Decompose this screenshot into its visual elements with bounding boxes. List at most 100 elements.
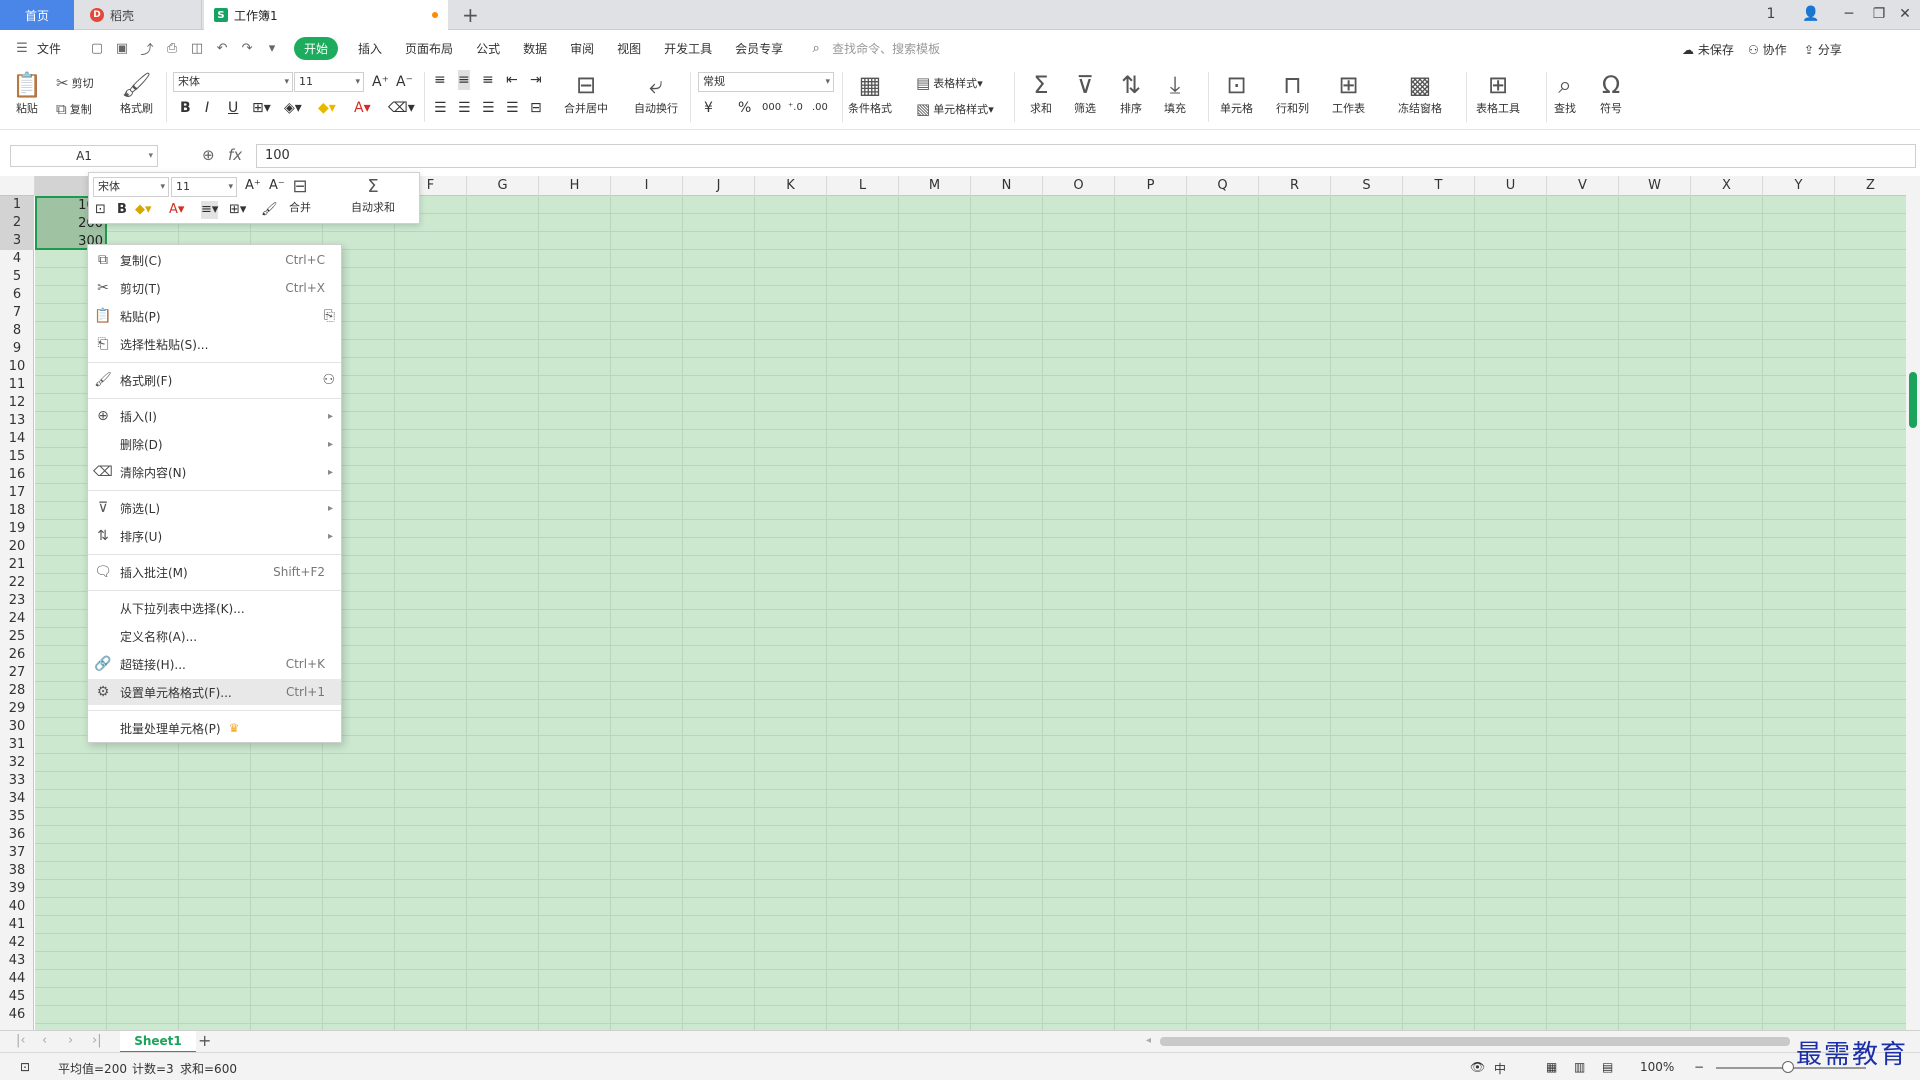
row-header-29[interactable]: 29 xyxy=(0,700,34,718)
font-size-select[interactable]: 11 xyxy=(294,72,364,92)
layout-icon[interactable]: 1 xyxy=(1756,4,1786,24)
row-header-28[interactable]: 28 xyxy=(0,682,34,700)
align-top-icon[interactable]: ≡ xyxy=(434,70,446,90)
find-button[interactable]: ⌕ 查找 xyxy=(1554,70,1576,116)
column-header-p[interactable]: P xyxy=(1115,176,1187,196)
thousands-icon[interactable]: 000 xyxy=(762,98,781,118)
font-shrink-icon[interactable]: A⁻ xyxy=(396,72,413,92)
row-header-39[interactable]: 39 xyxy=(0,880,34,898)
column-header-r[interactable]: R xyxy=(1259,176,1331,196)
symbol-button[interactable]: Ω 符号 xyxy=(1600,70,1622,116)
sheet-tab-sheet1[interactable]: Sheet1 xyxy=(120,1031,196,1053)
column-header-k[interactable]: K xyxy=(755,176,827,196)
column-header-i[interactable]: I xyxy=(611,176,683,196)
menu-item-paste[interactable]: 📋 粘贴(P) ⎘ xyxy=(88,303,341,329)
row-header-19[interactable]: 19 xyxy=(0,520,34,538)
sort-button[interactable]: ⇅ 排序 xyxy=(1120,70,1142,116)
italic-icon[interactable]: I xyxy=(205,98,209,118)
row-header-37[interactable]: 37 xyxy=(0,844,34,862)
column-header-t[interactable]: T xyxy=(1403,176,1475,196)
row-header-10[interactable]: 10 xyxy=(0,358,34,376)
row-header-16[interactable]: 16 xyxy=(0,466,34,484)
zoom-out-button[interactable]: − xyxy=(1694,1060,1704,1074)
column-header-s[interactable]: S xyxy=(1331,176,1403,196)
menu-item-pick-list[interactable]: 从下拉列表中选择(K)... xyxy=(88,595,341,621)
row-header-36[interactable]: 36 xyxy=(0,826,34,844)
font-select[interactable]: 宋体 xyxy=(173,72,293,92)
bold-icon[interactable]: B xyxy=(180,98,191,118)
row-header-21[interactable]: 21 xyxy=(0,556,34,574)
status-mode-icon[interactable]: ⊡ xyxy=(20,1060,30,1074)
fill-button[interactable]: ⤓ 填充 xyxy=(1164,70,1186,116)
zoom-formula-icon[interactable]: ⊕ xyxy=(202,146,215,164)
fill-color-icon[interactable]: ◆▾ xyxy=(318,98,336,118)
tab-page-layout[interactable]: 页面布局 xyxy=(405,40,453,57)
undo-icon[interactable]: ↶ xyxy=(212,41,232,56)
column-header-m[interactable]: M xyxy=(899,176,971,196)
save-icon[interactable]: ▣ xyxy=(112,41,132,56)
row-header-34[interactable]: 34 xyxy=(0,790,34,808)
menu-item-clear[interactable]: ⌫ 清除内容(N) ▸ xyxy=(88,459,341,485)
minimize-button[interactable]: ─ xyxy=(1834,4,1864,24)
paste-options-icon[interactable]: ⎘ xyxy=(324,308,335,324)
table-tools-button[interactable]: ⊞ 表格工具 xyxy=(1476,70,1520,116)
print-icon[interactable]: ⎙ xyxy=(162,41,182,56)
cell-button[interactable]: ⊡ 单元格 xyxy=(1220,70,1253,116)
tab-insert[interactable]: 插入 xyxy=(358,40,382,57)
new-tab-button[interactable]: + xyxy=(462,2,479,28)
percent-button[interactable]: % xyxy=(738,98,751,118)
mini-font-shrink-icon[interactable]: A⁻ xyxy=(269,177,285,195)
collab-button[interactable]: ⚇ 协作 xyxy=(1748,41,1787,58)
menu-item-copy[interactable]: ⧉ 复制(C) Ctrl+C xyxy=(88,247,341,273)
conditional-format-button[interactable]: ▦ 条件格式 xyxy=(848,70,892,116)
merge-center-button[interactable]: ⊟ 合并居中 xyxy=(564,70,608,116)
close-button[interactable]: ✕ xyxy=(1890,4,1920,24)
zoom-level[interactable]: 100% xyxy=(1640,1060,1674,1074)
scroll-left-icon[interactable]: ◂ xyxy=(1146,1035,1151,1046)
eye-icon[interactable]: 👁 xyxy=(1470,1060,1485,1074)
row-header-40[interactable]: 40 xyxy=(0,898,34,916)
mini-fill-icon[interactable]: ◆▾ xyxy=(135,201,152,219)
currency-button[interactable]: ¥ xyxy=(704,98,713,118)
align-middle-icon[interactable]: ≡ xyxy=(458,70,470,90)
prev-sheet-icon[interactable]: ‹ xyxy=(42,1033,47,1048)
row-header-23[interactable]: 23 xyxy=(0,592,34,610)
tab-developer[interactable]: 开发工具 xyxy=(664,40,712,57)
row-header-18[interactable]: 18 xyxy=(0,502,34,520)
column-header-z[interactable]: Z xyxy=(1835,176,1907,196)
row-header-9[interactable]: 9 xyxy=(0,340,34,358)
column-header-w[interactable]: W xyxy=(1619,176,1691,196)
row-header-33[interactable]: 33 xyxy=(0,772,34,790)
row-header-7[interactable]: 7 xyxy=(0,304,34,322)
tab-docer[interactable]: D 稻壳 xyxy=(76,0,202,30)
filter-button[interactable]: ⊽ 筛选 xyxy=(1074,70,1096,116)
add-sheet-button[interactable]: + xyxy=(198,1031,211,1050)
avatar[interactable]: 👤 xyxy=(1796,4,1826,24)
wrap-text-button[interactable]: ⤶ 自动换行 xyxy=(634,70,678,116)
row-header-15[interactable]: 15 xyxy=(0,448,34,466)
align-center-icon[interactable]: ☰ xyxy=(458,98,471,118)
row-header-24[interactable]: 24 xyxy=(0,610,34,628)
worksheet-button[interactable]: ⊞ 工作表 xyxy=(1332,70,1365,116)
redo-icon[interactable]: ↷ xyxy=(237,41,257,56)
menu-item-format-cells[interactable]: ⚙ 设置单元格格式(F)... Ctrl+1 xyxy=(88,679,341,705)
pattern-icon[interactable]: ◈▾ xyxy=(284,98,302,118)
mini-border-icon[interactable]: ⊞▾ xyxy=(229,201,246,219)
horizontal-scroll-thumb[interactable] xyxy=(1160,1037,1790,1046)
select-all-corner[interactable] xyxy=(0,176,35,196)
zoom-slider-knob[interactable] xyxy=(1782,1061,1794,1073)
row-header-14[interactable]: 14 xyxy=(0,430,34,448)
row-header-3[interactable]: 3 xyxy=(0,232,34,250)
mini-font-grow-icon[interactable]: A⁺ xyxy=(245,177,261,195)
justify-icon[interactable]: ☰ xyxy=(506,98,519,118)
table-style-button[interactable]: ▤ 表格样式 ▾ xyxy=(916,74,983,92)
mini-bold-icon[interactable]: B xyxy=(117,201,127,219)
column-header-l[interactable]: L xyxy=(827,176,899,196)
menu-item-sort[interactable]: ⇅ 排序(U) ▸ xyxy=(88,523,341,549)
row-header-6[interactable]: 6 xyxy=(0,286,34,304)
page-layout-view-icon[interactable]: ▥ xyxy=(1574,1060,1585,1074)
row-header-4[interactable]: 4 xyxy=(0,250,34,268)
mini-size-select[interactable]: 11 xyxy=(171,177,237,197)
align-left-icon[interactable]: ☰ xyxy=(434,98,447,118)
cut-button[interactable]: ✂ 剪切 xyxy=(56,74,94,92)
